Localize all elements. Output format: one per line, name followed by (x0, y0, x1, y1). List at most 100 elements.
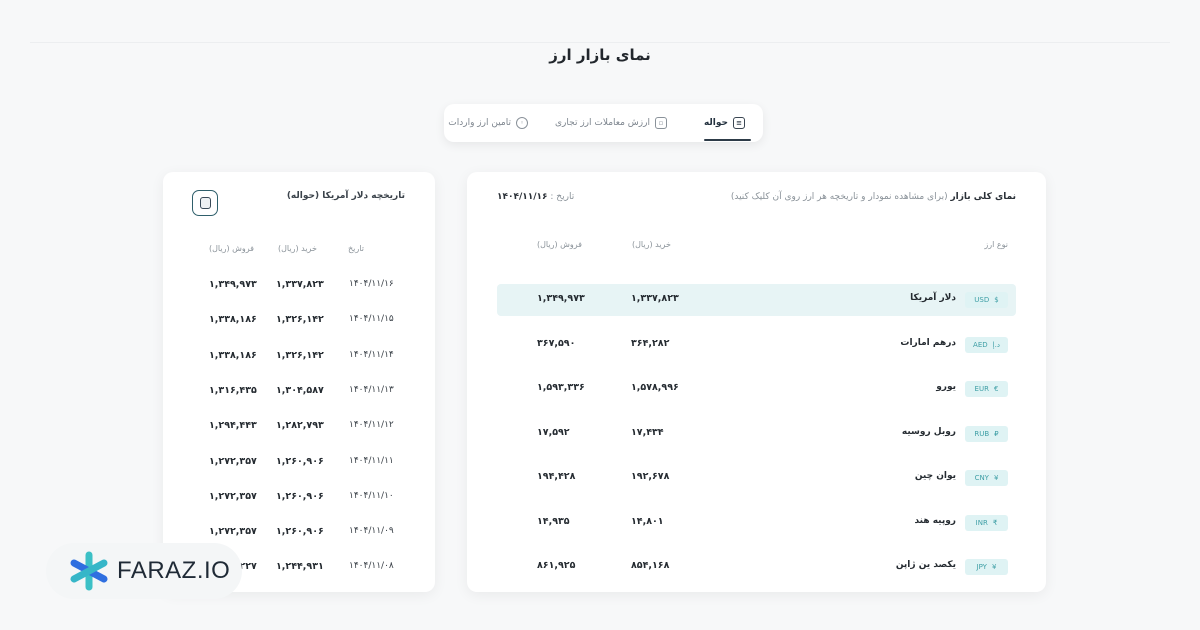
history-buy-price: ۱,۳۳۷,۸۲۳ (276, 279, 324, 290)
currency-code-badge: RUB ₽ (965, 425, 1008, 442)
history-buy-price: ۱,۳۲۶,۱۴۲ (276, 349, 324, 361)
tab-label: ارزش معاملات ارز تجاری (555, 118, 650, 128)
currency-name: دلار آمریکا (910, 293, 956, 303)
currency-row[interactable]: INR ₹ روپیه هند ۱۴,۸۰۱ ۱۴,۹۳۵ (497, 507, 1016, 539)
history-sell-price: ۱,۳۴۹,۹۷۳ (209, 279, 257, 290)
history-date: ۱۴۰۴/۱۱/۱۴ (349, 349, 394, 360)
tab-import-currency[interactable]: ◦ تامین ارز واردات (448, 104, 528, 142)
history-sell-price: ۱,۲۷۲,۳۵۷ (209, 490, 257, 502)
history-buy-price: ۱,۳۰۴,۵۸۷ (276, 384, 324, 396)
page-title: نمای بازار ارز (549, 46, 651, 64)
history-date: ۱۴۰۴/۱۱/۰۸ (349, 561, 394, 572)
column-header-buy: خرید (ریال) (632, 240, 671, 249)
buy-price: ۱,۵۷۸,۹۹۶ (631, 382, 679, 393)
history-sell-price: ۱,۳۳۸,۱۸۶ (209, 314, 257, 326)
chart-icon (199, 197, 211, 209)
currency-row[interactable]: AED د.إ درهم امارات ۳۶۴,۲۸۲ ۳۶۷,۵۹۰ (497, 329, 1016, 361)
currency-symbol: ₽ (994, 429, 999, 438)
buy-price: ۱۹۲,۶۷۸ (631, 471, 670, 482)
history-chart-button[interactable] (192, 190, 218, 216)
currency-row[interactable]: RUB ₽ روبل روسیه ۱۷,۴۳۴ ۱۷,۵۹۲ (497, 418, 1016, 450)
buy-price: ۱,۳۳۷,۸۲۳ (631, 293, 679, 304)
history-sell-price: ۱,۲۷۲,۳۵۷ (209, 455, 257, 467)
brand-logo: FARAZ.IO (46, 543, 242, 599)
currency-code: INR (975, 518, 988, 527)
tab-havale[interactable]: ≡ حواله (704, 104, 745, 142)
currency-name: یوان چین (914, 471, 956, 481)
currency-code-badge: USD $ (965, 292, 1008, 308)
currency-name: روبل روسیه (901, 426, 956, 437)
logo-text: FARAZ.IO (117, 557, 231, 584)
currency-row[interactable]: CNY ¥ یوان چین ۱۹۲,۶۷۸ ۱۹۴,۴۲۸ (497, 462, 1016, 494)
tab-label: تامین ارز واردات (448, 118, 511, 128)
currency-name: یورو (936, 382, 956, 392)
sell-price: ۱,۳۴۹,۹۷۳ (537, 293, 585, 304)
sell-price: ۱۷,۵۹۲ (537, 426, 570, 438)
tab-bar: ≡ حواله ▫ ارزش معاملات ارز تجاری ◦ تامین… (444, 104, 763, 142)
history-sell-price: ۱,۳۱۶,۴۳۵ (209, 384, 257, 396)
sell-price: ۸۶۱,۹۲۵ (537, 560, 576, 571)
currency-code: CNY (974, 474, 989, 482)
tab-label: حواله (703, 118, 728, 128)
history-col-buy: خرید (ریال) (278, 244, 317, 253)
currency-code: RUB (974, 429, 990, 438)
buy-price: ۱۷,۴۳۴ (631, 426, 664, 438)
history-buy-price: ۱,۲۶۰,۹۰۶ (276, 455, 324, 467)
top-divider (30, 42, 1170, 43)
currency-symbol: ¥ (991, 563, 997, 571)
column-header-sell: فروش (ریال) (537, 240, 582, 249)
date-label: تاریخ : (550, 192, 575, 202)
active-tab-indicator (704, 139, 751, 141)
history-sell-price: ۱,۲۷۲,۳۵۷ (209, 526, 257, 538)
history-col-date: تاریخ (348, 244, 364, 253)
market-overview-card: نمای کلی بازار (برای مشاهده نمودار و تار… (467, 172, 1046, 592)
wallet-icon: ▫ (655, 117, 667, 129)
history-date: ۱۴۰۴/۱۱/۱۱ (349, 455, 394, 466)
currency-code-badge: JPY ¥ (965, 559, 1008, 575)
history-col-sell: فروش (ریال) (209, 244, 254, 253)
currency-name: درهم امارات (900, 337, 956, 348)
history-date: ۱۴۰۴/۱۱/۱۲ (349, 420, 394, 431)
history-date: ۱۴۰۴/۱۱/۱۶ (349, 279, 394, 289)
history-date: ۱۴۰۴/۱۱/۰۹ (349, 526, 394, 537)
history-buy-price: ۱,۳۲۶,۱۴۲ (276, 314, 324, 326)
currency-code: AED (973, 340, 988, 349)
currency-code: EUR (974, 385, 989, 393)
history-date: ۱۴۰۴/۱۱/۱۰ (349, 490, 394, 501)
sell-price: ۱,۵۹۳,۳۳۶ (537, 382, 585, 393)
faraz-logo-icon (70, 551, 108, 591)
currency-row[interactable]: EUR € یورو ۱,۵۷۸,۹۹۶ ۱,۵۹۳,۳۳۶ (497, 373, 1016, 405)
sell-price: ۱۴,۹۳۵ (537, 515, 570, 527)
buy-price: ۱۴,۸۰۱ (631, 515, 664, 527)
history-card: تاریخچه دلار آمریکا (حواله) تاریخ خرید (… (163, 172, 435, 592)
currency-name: یکصد ین ژاپن (895, 560, 956, 570)
coins-icon: ◦ (516, 117, 528, 129)
history-buy-price: ۱,۲۶۰,۹۰۶ (276, 526, 324, 538)
currency-code-badge: CNY ¥ (965, 470, 1008, 486)
history-title: تاریخچه دلار آمریکا (حواله) (286, 191, 405, 201)
currency-code-badge: EUR € (965, 381, 1008, 397)
currency-symbol: $ (994, 296, 999, 304)
market-overview-title: نمای کلی بازار (950, 192, 1016, 202)
market-overview-heading: نمای کلی بازار (برای مشاهده نمودار و تار… (731, 192, 1016, 202)
currency-code: JPY (976, 563, 987, 571)
tab-commercial-currency[interactable]: ▫ ارزش معاملات ارز تجاری (555, 104, 667, 142)
sell-price: ۳۶۷,۵۹۰ (537, 337, 576, 349)
currency-code-badge: INR ₹ (965, 514, 1008, 531)
currency-row[interactable]: USD $ دلار آمریکا ۱,۳۳۷,۸۲۳ ۱,۳۴۹,۹۷۳ (497, 284, 1016, 316)
sell-price: ۱۹۴,۴۲۸ (537, 471, 576, 482)
currency-symbol: د.إ (992, 340, 1000, 349)
currency-name: روپیه هند (914, 515, 956, 526)
history-buy-price: ۱,۲۶۰,۹۰۶ (276, 490, 324, 502)
currency-code-badge: AED د.إ (965, 336, 1008, 353)
history-sell-price: ۱,۳۳۸,۱۸۶ (209, 349, 257, 361)
document-icon: ≡ (733, 117, 745, 129)
currency-code: USD (974, 296, 990, 304)
history-buy-price: ۱,۲۴۴,۹۳۱ (276, 561, 324, 573)
history-buy-price: ۱,۲۸۲,۷۹۳ (276, 420, 324, 432)
date-value: ۱۴۰۴/۱۱/۱۶ (497, 192, 548, 202)
market-overview-subtitle: (برای مشاهده نمودار و تاریخچه هر ارز روی… (730, 192, 948, 202)
buy-price: ۳۶۴,۲۸۲ (631, 337, 670, 349)
currency-row[interactable]: JPY ¥ یکصد ین ژاپن ۸۵۴,۱۶۸ ۸۶۱,۹۲۵ (497, 551, 1016, 583)
market-date: تاریخ : ۱۴۰۴/۱۱/۱۶ (497, 192, 574, 202)
